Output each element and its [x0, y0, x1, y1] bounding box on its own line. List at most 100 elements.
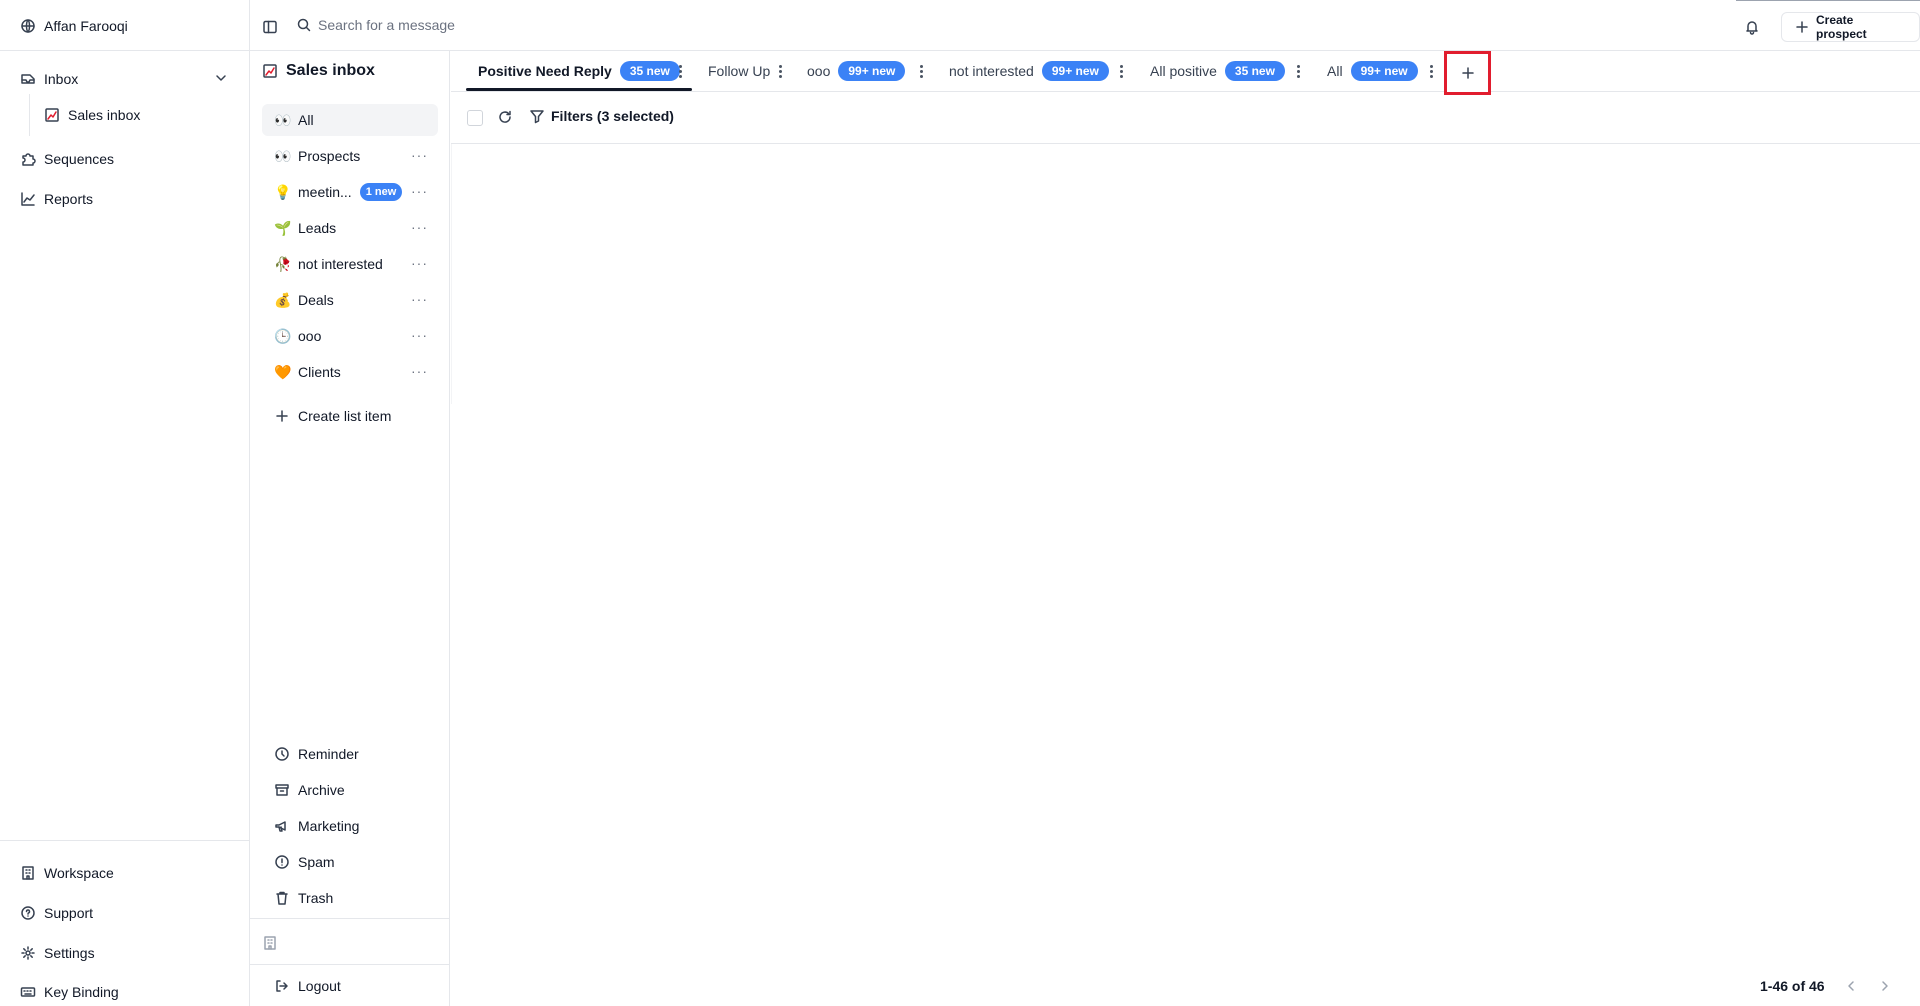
create-prospect-button[interactable]: Create prospect	[1781, 12, 1920, 42]
sidebar-toggle-icon[interactable]	[262, 19, 278, 35]
tab-options-icon[interactable]	[1426, 63, 1436, 79]
tab-label: All positive	[1150, 63, 1217, 79]
top-bar: Create prospect	[250, 0, 1920, 51]
tab-options-icon[interactable]	[1116, 63, 1126, 79]
nav-reports-label: Reports	[44, 191, 94, 207]
nav-sequences-label: Sequences	[44, 151, 115, 167]
more-icon[interactable]: ···	[411, 256, 428, 270]
new-count-badge: 99+ new	[838, 61, 906, 81]
create-list-item-button[interactable]: Create list item	[274, 405, 391, 427]
new-count-badge: 99+ new	[1350, 61, 1418, 81]
pagination: 1-46 of 46	[1760, 978, 1893, 994]
divider	[451, 144, 452, 404]
tab-positive-need-reply[interactable]: Positive Need Reply 35 new	[478, 51, 680, 91]
filters-label: Filters (3 selected)	[551, 108, 674, 124]
chevron-left-icon[interactable]	[1843, 978, 1859, 994]
list-item-label: Deals	[298, 292, 334, 308]
add-tab-button[interactable]	[1444, 51, 1491, 95]
folder-label: Spam	[298, 854, 335, 870]
refresh-icon[interactable]	[497, 109, 513, 125]
alert-circle-icon	[274, 854, 290, 870]
lightbulb-icon: 💡	[274, 183, 292, 200]
nav-sales-inbox-label: Sales inbox	[68, 107, 141, 123]
more-icon[interactable]: ···	[411, 328, 428, 342]
tab-bar: Positive Need Reply 35 new Follow Up ooo…	[451, 51, 1920, 95]
clock-icon	[274, 746, 290, 762]
logout-icon	[274, 978, 290, 994]
tab-all-positive[interactable]: All positive 35 new	[1150, 51, 1285, 91]
inbox-title-text: Sales inbox	[286, 62, 375, 79]
nav-workspace[interactable]: Workspace	[20, 862, 114, 884]
building-icon[interactable]	[262, 935, 278, 951]
folder-label: Archive	[298, 782, 345, 798]
nav-workspace-label: Workspace	[44, 865, 114, 881]
list-item-all[interactable]: 👀 All	[262, 104, 438, 136]
more-icon[interactable]: ···	[411, 292, 428, 306]
nav-settings-label: Settings	[44, 945, 95, 961]
folder-marketing[interactable]: Marketing	[274, 815, 359, 837]
search-input[interactable]	[318, 17, 618, 33]
filter-icon	[529, 108, 545, 124]
tab-all[interactable]: All 99+ new	[1327, 51, 1418, 91]
folder-label: Trash	[298, 890, 334, 906]
filter-bar: Filters (3 selected)	[451, 92, 1920, 144]
more-icon[interactable]: ···	[411, 220, 428, 234]
nav-inbox[interactable]: Inbox	[20, 68, 78, 90]
eyes-icon: 👀	[274, 147, 292, 164]
tab-follow-up[interactable]: Follow Up	[708, 51, 770, 91]
search-bar	[296, 17, 618, 33]
tab-options-icon[interactable]	[675, 63, 685, 79]
nav-key-binding[interactable]: Key Binding	[20, 981, 119, 1003]
tab-options-icon[interactable]	[916, 63, 926, 79]
active-tab-indicator	[466, 88, 692, 91]
list-item-not-interested[interactable]: 🥀 not interested ···	[262, 248, 438, 280]
nav-reports[interactable]: Reports	[20, 188, 93, 210]
list-item-label: Leads	[298, 220, 337, 236]
trash-icon	[274, 890, 290, 906]
user-menu[interactable]: Affan Farooqi	[20, 16, 128, 36]
more-icon[interactable]: ···	[411, 184, 428, 198]
money-bag-icon: 💰	[274, 291, 292, 308]
folder-label: Marketing	[298, 818, 360, 834]
tab-options-icon[interactable]	[775, 63, 785, 79]
tab-ooo[interactable]: ooo 99+ new	[807, 51, 906, 91]
nav-settings[interactable]: Settings	[20, 942, 95, 964]
folder-spam[interactable]: Spam	[274, 851, 335, 873]
tab-label: not interested	[949, 63, 1034, 79]
chevron-right-icon[interactable]	[1877, 978, 1893, 994]
wilted-flower-icon: 🥀	[274, 255, 292, 272]
more-icon[interactable]: ···	[411, 364, 428, 378]
list-item-leads[interactable]: 🌱 Leads ···	[262, 212, 438, 244]
folder-reminder[interactable]: Reminder	[274, 743, 359, 765]
list-item-deals[interactable]: 💰 Deals ···	[262, 284, 438, 316]
filters-button[interactable]: Filters (3 selected)	[529, 108, 674, 124]
tab-label: ooo	[807, 63, 831, 79]
bell-icon[interactable]	[1744, 19, 1760, 35]
nav-support[interactable]: Support	[20, 902, 93, 924]
archive-icon	[274, 782, 290, 798]
logout-button[interactable]: Logout	[274, 975, 341, 997]
nav-sales-inbox[interactable]: Sales inbox	[44, 104, 140, 126]
seedling-icon: 🌱	[274, 219, 292, 236]
folder-trash[interactable]: Trash	[274, 887, 333, 909]
create-prospect-label: Create prospect	[1816, 13, 1867, 41]
nav-key-binding-label: Key Binding	[44, 984, 119, 1000]
list-item-ooo[interactable]: 🕒 ooo ···	[262, 320, 438, 352]
tab-label: Positive Need Reply	[478, 63, 612, 79]
tab-not-interested[interactable]: not interested 99+ new	[949, 51, 1109, 91]
select-all-checkbox[interactable]	[467, 110, 483, 126]
megaphone-icon	[274, 818, 290, 834]
list-item-clients[interactable]: 🧡 Clients ···	[262, 356, 438, 388]
create-list-item-label: Create list item	[298, 408, 392, 424]
more-icon[interactable]: ···	[411, 148, 428, 162]
folder-archive[interactable]: Archive	[274, 779, 345, 801]
nav-inbox-label: Inbox	[44, 71, 79, 87]
tab-options-icon[interactable]	[1293, 63, 1303, 79]
list-item-prospects[interactable]: 👀 Prospects ···	[262, 140, 438, 172]
tab-label: Follow Up	[708, 63, 771, 79]
nav-sequences[interactable]: Sequences	[20, 148, 114, 170]
list-item-meetings[interactable]: 💡 meetin... 1 new ···	[262, 176, 438, 208]
chevron-down-icon[interactable]	[213, 70, 229, 86]
new-count-badge: 99+ new	[1041, 61, 1109, 81]
globe-icon	[20, 18, 36, 34]
